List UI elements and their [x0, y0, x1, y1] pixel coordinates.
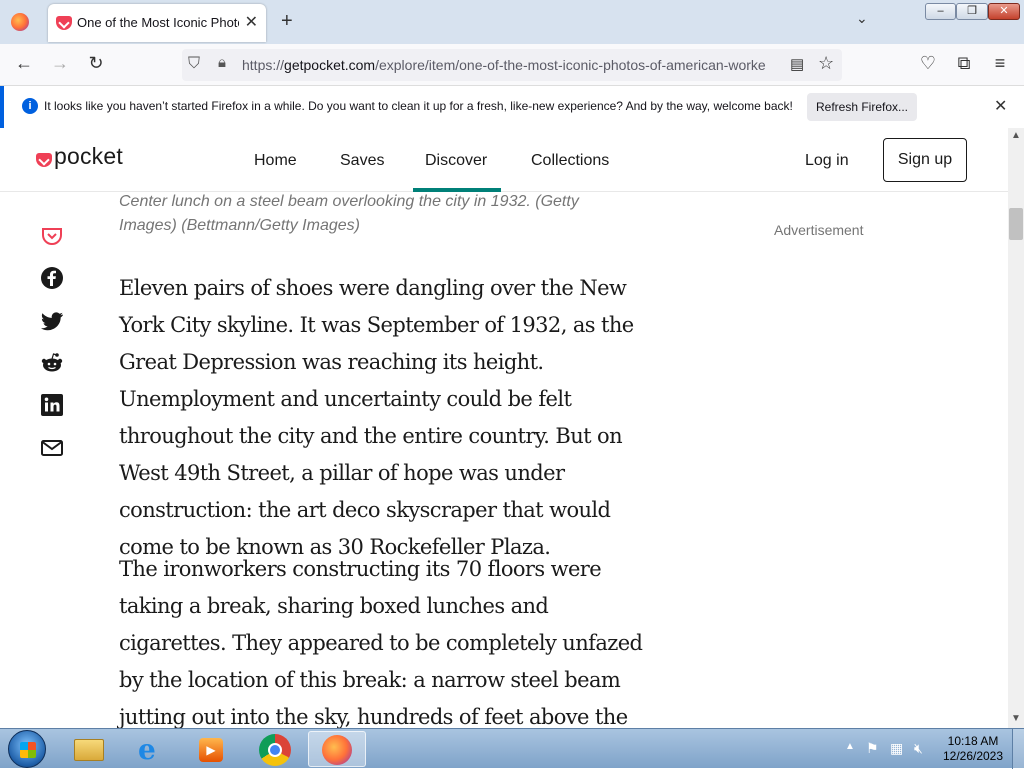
notification-close-icon[interactable]: ✕ — [994, 96, 1007, 116]
hamburger-menu-icon[interactable]: ≡ — [988, 53, 1012, 74]
pocket-logo-icon — [36, 153, 52, 167]
nav-home[interactable]: Home — [254, 152, 297, 170]
windows-taskbar: e ▶ ▲ ⚑ ▦ 🔇︎ 10:18 AM 12/26/2023 — [0, 728, 1024, 769]
nav-saves[interactable]: Saves — [340, 152, 384, 170]
active-nav-indicator — [413, 188, 501, 192]
minimize-button[interactable]: – — [925, 3, 956, 20]
tab-close-icon[interactable]: ✕ — [245, 12, 258, 32]
new-tab-button[interactable]: + — [281, 10, 293, 33]
login-link[interactable]: Log in — [805, 152, 849, 170]
media-player-icon[interactable]: ▶ — [184, 731, 238, 767]
chrome-icon[interactable] — [248, 731, 302, 767]
article-paragraph: Eleven pairs of shoes were dangling over… — [119, 276, 634, 559]
pocket-favicon-icon — [56, 16, 72, 30]
pocket-toolbar-icon[interactable]: ♡ — [916, 53, 940, 74]
taskbar-clock[interactable]: 10:18 AM 12/26/2023 — [936, 734, 1010, 764]
notification-message: It looks like you haven’t started Firefo… — [44, 99, 793, 113]
reddit-icon[interactable] — [40, 351, 64, 375]
start-button[interactable] — [8, 730, 46, 768]
nav-discover[interactable]: Discover — [425, 152, 487, 170]
page-scrollbar[interactable]: ▲ ▼ — [1008, 128, 1024, 728]
browser-tab[interactable]: One of the Most Iconic Photos ✕ — [48, 4, 266, 42]
scrollbar-thumb[interactable] — [1009, 208, 1023, 240]
forward-arrow-icon[interactable]: → — [48, 53, 72, 74]
firefox-menu-icon[interactable] — [11, 13, 29, 31]
refresh-firefox-button[interactable]: Refresh Firefox... — [807, 93, 917, 121]
page-content: pocket Home Saves Discover Collections L… — [0, 128, 1008, 728]
show-hidden-icons-chevron-icon[interactable]: ▲ — [845, 741, 855, 752]
tracking-shield-icon[interactable]: ⛉ — [188, 55, 200, 73]
scroll-up-arrow-icon[interactable]: ▲ — [1011, 130, 1021, 141]
email-icon[interactable] — [40, 436, 64, 460]
notification-bar: i It looks like you haven’t started Fire… — [0, 86, 1024, 128]
scroll-down-arrow-icon[interactable]: ▼ — [1011, 713, 1021, 724]
back-arrow-icon[interactable]: ← — [12, 53, 36, 74]
file-explorer-icon[interactable] — [62, 731, 116, 767]
image-caption: Center lunch on a steel beam overlooking… — [119, 193, 579, 234]
restore-button[interactable]: ❐ — [956, 3, 988, 20]
extensions-icon[interactable]: ⧉ — [952, 53, 976, 74]
volume-muted-icon[interactable]: 🔇︎ — [914, 740, 923, 757]
facebook-icon[interactable] — [40, 266, 64, 290]
info-icon: i — [22, 98, 38, 114]
show-desktop-button[interactable] — [1012, 729, 1024, 769]
article-paragraph: The ironworkers constructing its 70 floo… — [119, 557, 643, 728]
url-text[interactable]: https://getpocket.com/explore/item/one-o… — [242, 57, 782, 73]
twitter-icon[interactable] — [40, 309, 64, 333]
clock-date: 12/26/2023 — [942, 749, 1004, 763]
browser-toolbar: ← → ↻ ⛉ 🔒︎ https://getpocket.com/explore… — [0, 44, 1024, 86]
window-close-button[interactable]: ✕ — [988, 3, 1020, 20]
linkedin-icon[interactable] — [40, 393, 64, 417]
network-icon[interactable]: ▦ — [890, 740, 903, 757]
browser-tab-bar: One of the Most Iconic Photos ✕ + ⌄ – ❐ … — [0, 0, 1024, 44]
pocket-save-icon[interactable] — [40, 224, 64, 248]
pocket-header: pocket Home Saves Discover Collections L… — [0, 128, 1008, 192]
windows-logo-icon — [20, 742, 36, 758]
reload-icon[interactable]: ↻ — [84, 53, 108, 74]
firefox-icon[interactable] — [308, 731, 366, 767]
action-center-flag-icon[interactable]: ⚑ — [866, 740, 879, 757]
bookmark-star-icon[interactable]: ☆ — [818, 53, 834, 74]
internet-explorer-icon[interactable]: e — [124, 731, 178, 767]
url-bar[interactable]: ⛉ 🔒︎ https://getpocket.com/explore/item/… — [182, 49, 842, 81]
list-tabs-chevron-icon[interactable]: ⌄ — [856, 10, 868, 27]
advertisement-label: Advertisement — [774, 222, 864, 238]
clock-time: 10:18 AM — [947, 734, 999, 748]
signup-button[interactable]: Sign up — [883, 138, 967, 182]
reader-view-icon[interactable]: ▤ — [790, 55, 804, 73]
nav-collections[interactable]: Collections — [531, 152, 609, 170]
lock-icon[interactable]: 🔒︎ — [218, 54, 226, 71]
tab-title: One of the Most Iconic Photos — [77, 15, 239, 30]
